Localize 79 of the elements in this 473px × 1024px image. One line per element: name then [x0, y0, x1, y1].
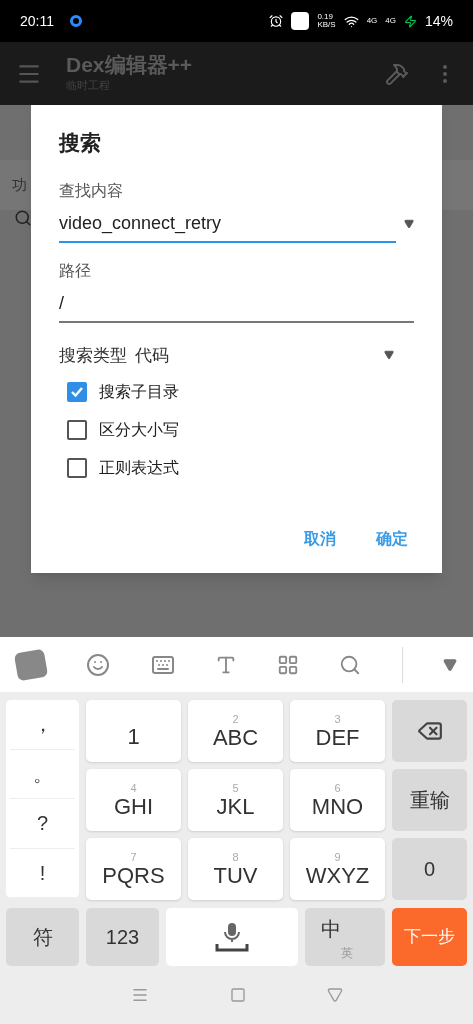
numbers-key[interactable]: 123: [86, 908, 159, 966]
language-alt: 英: [341, 945, 353, 962]
function-key[interactable]: 重输: [392, 769, 467, 831]
dialog-title: 搜索: [59, 130, 102, 156]
search-type-label: 搜索类型: [59, 344, 127, 367]
dropdown-icon: [384, 350, 394, 361]
menu-nav-icon[interactable]: [130, 986, 149, 1004]
wifi-icon: [343, 13, 359, 29]
battery-text: 14%: [424, 11, 453, 31]
key-digit: 5: [232, 782, 239, 794]
app-title: Dex编辑器++: [66, 53, 194, 78]
charging-icon: [403, 14, 417, 28]
check-icon: [70, 385, 84, 399]
checkbox-label: 搜索子目录: [99, 382, 179, 402]
key-digit: 4: [130, 782, 137, 794]
signal-label: 4G: [385, 15, 396, 27]
keypad-key[interactable]: 2 ABC: [188, 700, 283, 762]
keypad-key[interactable]: 9 WXYZ: [290, 838, 385, 900]
key-letters: MNO: [311, 795, 364, 818]
input-field[interactable]: video_connect_retry: [59, 206, 396, 243]
checkbox[interactable]: [67, 458, 87, 478]
punctuation-key[interactable]: ，: [10, 700, 75, 750]
punctuation-key[interactable]: !: [10, 848, 75, 898]
keypad-key[interactable]: 3 DEF: [290, 700, 385, 762]
key-letters: DEF: [315, 726, 360, 749]
grid-icon[interactable]: [277, 653, 300, 676]
network-speed: 0.19: [317, 13, 334, 21]
space-key[interactable]: [166, 908, 298, 966]
signal-label: 4G: [366, 15, 378, 27]
language-key[interactable]: 中 英: [305, 908, 385, 966]
keypad-key[interactable]: 6 MNO: [290, 769, 385, 831]
ime-logo-icon[interactable]: [13, 648, 49, 681]
input-field[interactable]: /: [59, 286, 414, 323]
keypad-key[interactable]: 1: [86, 700, 181, 762]
key-letters: JKL: [216, 795, 255, 818]
key-digit: 8: [232, 851, 239, 863]
alarm-icon: [269, 14, 284, 28]
key-letters: WXYZ: [305, 864, 370, 887]
backspace-key[interactable]: [392, 700, 467, 762]
symbols-key[interactable]: 符: [6, 908, 79, 966]
search-icon[interactable]: [14, 209, 32, 227]
checkbox-label: 正则表达式: [99, 458, 179, 478]
key-digit: 7: [130, 851, 137, 863]
keypad-key[interactable]: 8 TUV: [188, 838, 283, 900]
checkbox[interactable]: [67, 382, 87, 402]
key-letters: ABC: [212, 726, 259, 749]
function-key[interactable]: 0: [392, 838, 467, 900]
app-logo-icon: [291, 12, 310, 30]
hammer-icon[interactable]: [385, 61, 409, 86]
speed-unit: KB/S: [317, 21, 336, 29]
search-type-dropdown[interactable]: 搜索类型 代码: [59, 342, 414, 368]
emoji-icon[interactable]: [86, 652, 111, 677]
collapse-icon[interactable]: [442, 657, 457, 672]
key-digit: 2: [232, 713, 239, 725]
key-digit: 9: [334, 851, 341, 863]
punctuation-key[interactable]: 。: [10, 749, 75, 799]
checkbox[interactable]: [67, 420, 87, 440]
field-label: 路径: [59, 260, 92, 281]
key-letters: GHI: [113, 795, 154, 818]
field-value: video_connect_retry: [59, 212, 222, 236]
keypad-key[interactable]: 5 JKL: [188, 769, 283, 831]
key-letters: TUV: [213, 864, 258, 887]
key-digit: 6: [334, 782, 341, 794]
key-digit: 3: [334, 713, 341, 725]
field-label: 查找内容: [59, 180, 124, 201]
microphone-space-icon: [214, 922, 250, 952]
search-type-value: 代码: [135, 344, 170, 367]
app-notification-icon: [70, 15, 82, 27]
language-main: 中: [321, 917, 341, 942]
key-letters: PQRS: [102, 864, 165, 887]
back-icon[interactable]: [326, 987, 343, 1003]
keypad-key[interactable]: 4 GHI: [86, 769, 181, 831]
field-value: /: [59, 292, 64, 315]
dropdown-icon[interactable]: [404, 218, 414, 229]
home-icon[interactable]: [229, 987, 246, 1003]
time-text: 20:11: [20, 11, 54, 31]
checkbox-label: 区分大小写: [99, 420, 179, 440]
keypad-key[interactable]: 7 PQRS: [86, 838, 181, 900]
punctuation-key[interactable]: ?: [10, 799, 75, 849]
